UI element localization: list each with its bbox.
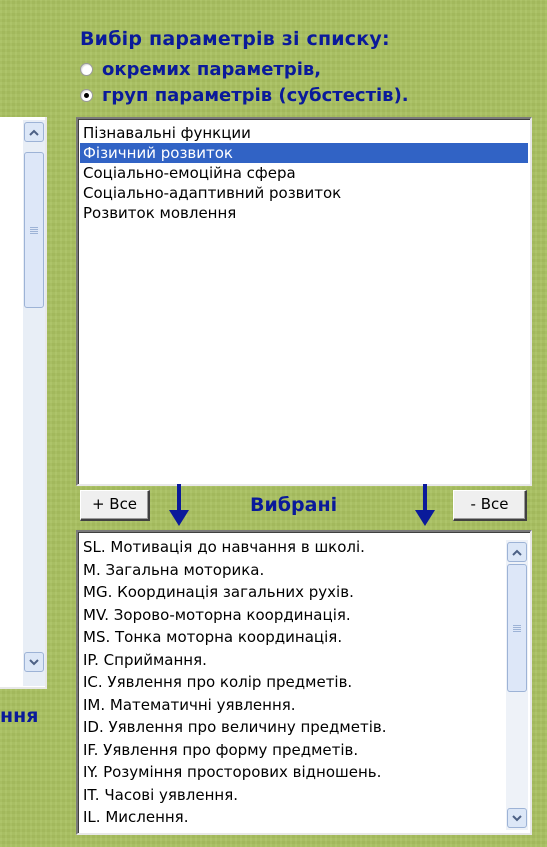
list-item[interactable]: IT. Часові уявлення.: [78, 784, 530, 807]
chosen-list-scrollbar[interactable]: [506, 540, 528, 830]
radio-label: груп параметрів (субстестів).: [102, 84, 409, 106]
radio-circle[interactable]: [80, 62, 93, 76]
chevron-up-icon: [29, 129, 39, 136]
list-item[interactable]: ID. Уявлення про величину предметів.: [78, 716, 530, 739]
list-item[interactable]: SL. Мотивація до навчання в школі.: [78, 536, 530, 559]
arrow-down-icon: [169, 484, 189, 526]
list-item[interactable]: MS. Тонка моторна координація.: [78, 626, 530, 649]
list-item[interactable]: IF. Уявлення про форму предметів.: [78, 739, 530, 762]
scroll-thumb[interactable]: [24, 152, 44, 308]
remove-all-button[interactable]: - Все: [453, 490, 527, 521]
scroll-down-button[interactable]: [507, 808, 527, 828]
list-item[interactable]: MG. Координація загальних рухів.: [78, 581, 530, 604]
radio-label: окремих параметрів,: [102, 58, 322, 80]
chosen-label: Вибрані: [250, 494, 338, 516]
list-item[interactable]: MV. Зорово-моторна координація.: [78, 604, 530, 627]
list-item[interactable]: Пізнавальні функции: [78, 123, 530, 143]
list-item[interactable]: Розвиток мовлення: [78, 203, 530, 223]
list-item[interactable]: IM. Математичні уявлення.: [78, 694, 530, 717]
list-item[interactable]: IL. Мислення.: [78, 806, 530, 829]
list-item-selected[interactable]: Фізичний розвиток: [80, 143, 528, 163]
list-item[interactable]: IP. Сприймання.: [78, 649, 530, 672]
radio-circle[interactable]: [80, 88, 93, 102]
grip-icon: [513, 624, 521, 632]
chevron-down-icon: [512, 814, 522, 821]
radio-parameter-groups[interactable]: груп параметрів (субстестів).: [80, 84, 409, 106]
list-item[interactable]: Соціально-адаптивний розвиток: [78, 183, 530, 203]
chevron-up-icon: [512, 549, 522, 556]
radio-individual-parameters[interactable]: окремих параметрів,: [80, 58, 321, 80]
groups-listbox[interactable]: Пізнавальні функции Фізичний розвиток Со…: [76, 117, 532, 486]
left-list-panel[interactable]: [0, 117, 47, 689]
scroll-up-button[interactable]: [507, 542, 527, 562]
add-all-button[interactable]: + Все: [80, 490, 150, 521]
scroll-up-button[interactable]: [24, 122, 44, 142]
list-item[interactable]: IC. Уявлення про колір предметів.: [78, 671, 530, 694]
chevron-down-icon: [29, 658, 39, 665]
scroll-thumb[interactable]: [507, 564, 527, 692]
list-item[interactable]: IY. Розуміння просторових відношень.: [78, 761, 530, 784]
selection-title: Вибір параметрів зі списку:: [80, 28, 390, 50]
list-item[interactable]: M. Загальна моторика.: [78, 559, 530, 582]
scroll-down-button[interactable]: [24, 652, 44, 672]
arrow-down-icon: [415, 484, 435, 526]
left-panel-label: ння: [0, 705, 39, 727]
list-item[interactable]: Соціально-емоційна сфера: [78, 163, 530, 183]
left-list-scrollbar[interactable]: [23, 120, 45, 686]
grip-icon: [30, 226, 38, 234]
chosen-listbox[interactable]: SL. Мотивація до навчання в школі. M. За…: [76, 530, 532, 835]
